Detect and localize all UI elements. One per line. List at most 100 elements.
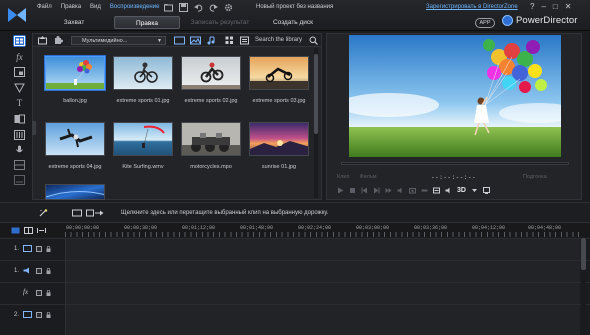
fx-room-icon[interactable]: fx bbox=[13, 51, 26, 63]
voiceover-room-icon[interactable] bbox=[13, 144, 26, 156]
folder-icon[interactable] bbox=[164, 3, 173, 12]
insert-clip-icon[interactable] bbox=[86, 209, 104, 217]
ruler-label: 00;00;00;00 bbox=[66, 225, 100, 231]
undo-icon[interactable] bbox=[194, 3, 203, 12]
track-enable-checkbox[interactable] bbox=[36, 245, 42, 252]
plugin-puzzle-icon[interactable] bbox=[54, 36, 63, 45]
fit-timeline-icon[interactable] bbox=[37, 227, 46, 234]
track-video-2: 2. bbox=[0, 304, 590, 335]
ruler-label: 00;04;48;00 bbox=[528, 225, 562, 231]
help-button[interactable]: ? bbox=[530, 2, 534, 11]
track-view-icon[interactable] bbox=[11, 227, 20, 234]
preview-scrub-bar[interactable] bbox=[341, 162, 569, 165]
track-enable-checkbox[interactable] bbox=[36, 267, 42, 274]
maximize-button[interactable]: □ bbox=[553, 2, 558, 11]
media-room-icon[interactable] bbox=[13, 35, 26, 47]
list-item[interactable]: extreme sports 01.jpg bbox=[113, 56, 175, 112]
undock-preview-icon[interactable] bbox=[482, 187, 490, 194]
snapshot-icon[interactable] bbox=[409, 187, 416, 194]
minimize-button[interactable]: – bbox=[541, 2, 545, 11]
close-button[interactable]: ✕ bbox=[565, 2, 572, 11]
3d-dropdown-chevron-icon[interactable] bbox=[471, 187, 478, 194]
track-audio-1: 1. bbox=[0, 260, 590, 282]
register-directorzone-link[interactable]: Зарегистрировать в DirectorZone bbox=[426, 4, 518, 10]
track-enable-checkbox[interactable] bbox=[36, 311, 42, 318]
save-icon[interactable] bbox=[179, 3, 188, 12]
display-mode-icon[interactable] bbox=[433, 187, 440, 194]
fast-forward-icon[interactable] bbox=[385, 187, 392, 194]
collapse-panel-handle[interactable] bbox=[32, 121, 36, 135]
menu-item-view[interactable]: Вид bbox=[90, 4, 101, 10]
track-video-1: 1. bbox=[0, 238, 590, 260]
menu-item-playback[interactable]: Воспроизведение bbox=[110, 4, 160, 10]
storyboard-view-icon[interactable] bbox=[24, 227, 33, 234]
subtitle-room-icon[interactable] bbox=[13, 174, 26, 186]
app-badge-button[interactable]: APP bbox=[475, 18, 495, 28]
timecode-display[interactable]: --:--:--:-- bbox=[431, 174, 476, 181]
next-frame-icon[interactable] bbox=[373, 187, 380, 194]
filter-audio-icon[interactable] bbox=[207, 36, 216, 45]
track-lane[interactable] bbox=[65, 239, 580, 260]
title-room-icon[interactable]: T bbox=[13, 97, 26, 109]
lock-icon[interactable] bbox=[46, 267, 51, 274]
tab-edit[interactable]: Правка bbox=[114, 16, 180, 29]
gear-icon[interactable] bbox=[224, 3, 233, 12]
previous-frame-icon[interactable] bbox=[361, 187, 368, 194]
play-icon[interactable] bbox=[337, 187, 344, 194]
volume-icon[interactable] bbox=[397, 187, 404, 194]
movie-mode-button[interactable]: Фильм bbox=[359, 174, 376, 180]
stop-icon[interactable] bbox=[349, 187, 356, 194]
grid-view-icon[interactable] bbox=[225, 36, 234, 45]
import-media-icon[interactable] bbox=[38, 36, 47, 45]
library-scrollbar[interactable] bbox=[314, 48, 318, 198]
list-item[interactable]: sunrise 01.jpg bbox=[249, 122, 311, 178]
tab-capture[interactable]: Захват bbox=[41, 16, 107, 29]
mute-icon[interactable] bbox=[445, 187, 452, 194]
list-item[interactable]: Kite Surfing.wmv bbox=[113, 122, 175, 178]
timeline-scrollbar[interactable] bbox=[581, 238, 586, 330]
scrollbar-thumb[interactable] bbox=[581, 238, 586, 270]
tab-create-disc[interactable]: Создать диск bbox=[260, 16, 326, 29]
redo-icon[interactable] bbox=[209, 3, 218, 12]
menu-item-file[interactable]: Файл bbox=[37, 4, 52, 10]
menu-item-edit[interactable]: Правка bbox=[61, 4, 81, 10]
lock-icon[interactable] bbox=[46, 289, 51, 296]
search-icon[interactable] bbox=[309, 36, 318, 45]
transition-room-icon[interactable] bbox=[13, 113, 26, 125]
chapter-room-icon[interactable] bbox=[13, 159, 26, 171]
track-lane[interactable] bbox=[65, 283, 580, 304]
media-library-panel: Мультимедийно... ▼ Search the library ba… bbox=[32, 33, 322, 200]
track-enable-checkbox[interactable] bbox=[36, 289, 42, 296]
track-number: 1. bbox=[13, 245, 19, 252]
list-item[interactable]: extreme sports 03.jpg bbox=[249, 56, 311, 112]
thumbnail-image bbox=[45, 122, 105, 156]
tab-produce[interactable]: Записать результат bbox=[187, 16, 253, 29]
library-menu-icon[interactable] bbox=[240, 36, 249, 45]
clip-mode-button[interactable]: Клип bbox=[337, 174, 349, 180]
volume-slider-icon[interactable] bbox=[421, 187, 428, 194]
timeline-ruler[interactable]: 00;00;00;00 00;00;38;00 00;01;12;00 00;0… bbox=[0, 222, 590, 237]
filter-video-icon[interactable] bbox=[174, 36, 185, 45]
3d-mode-icon[interactable]: 3D bbox=[457, 187, 466, 194]
magic-tools-icon[interactable] bbox=[38, 209, 48, 217]
brand: PowerDirector bbox=[502, 15, 577, 26]
thumbnail-image bbox=[249, 122, 309, 156]
track-lane[interactable] bbox=[65, 305, 580, 335]
particle-room-icon[interactable] bbox=[13, 82, 26, 94]
audio-mixing-room-icon[interactable] bbox=[13, 129, 26, 141]
list-item[interactable]: extreme sports 02.jpg bbox=[181, 56, 243, 112]
lock-icon[interactable] bbox=[46, 311, 51, 318]
scrollbar-thumb[interactable] bbox=[314, 54, 318, 134]
thumbnail-label: ballon.jpg bbox=[63, 98, 87, 104]
list-item[interactable]: motorcycles.mpo bbox=[181, 122, 243, 178]
media-type-dropdown[interactable]: Мультимедийно... ▼ bbox=[71, 36, 166, 45]
list-item[interactable]: ballon.jpg bbox=[45, 56, 107, 112]
fit-dropdown[interactable]: Подгонка bbox=[523, 174, 547, 180]
storyboard-icon[interactable] bbox=[72, 209, 82, 217]
track-lane[interactable] bbox=[65, 261, 580, 282]
filter-image-icon[interactable] bbox=[190, 36, 201, 45]
lock-icon[interactable] bbox=[46, 245, 51, 252]
list-item[interactable]: extreme sports 04.jpg bbox=[45, 122, 107, 178]
thumbnail-label: Kite Surfing.wmv bbox=[122, 164, 164, 170]
pip-room-icon[interactable] bbox=[13, 66, 26, 78]
